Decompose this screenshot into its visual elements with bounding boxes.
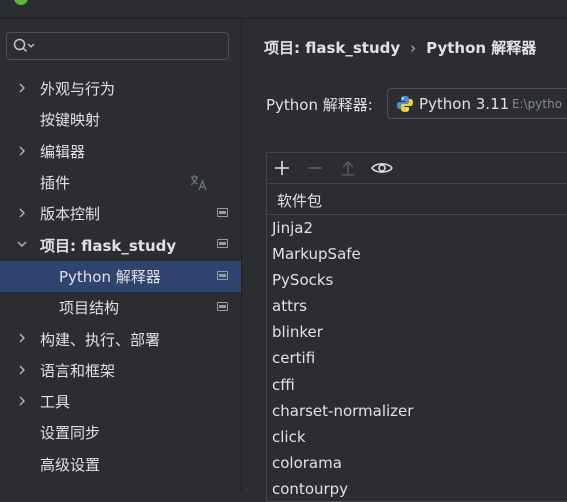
eye-icon[interactable] [370,159,394,177]
sidebar-item-python-interpreter[interactable]: Python 解释器 [0,260,241,293]
sidebar-item-settings-sync[interactable]: 设置同步 [0,417,241,448]
column-header-package: 软件包 [277,192,323,210]
packages-list: Jinja2 MarkupSafe PySocks attrs blinker … [267,215,567,501]
sidebar-item-editor[interactable]: 编辑器 [0,136,241,167]
packages-toolbar [267,153,567,184]
settings-content: 项目: flask_study › Python 解释器 Python 解释器: P… [241,19,567,502]
sidebar-item-label: 按键映射 [40,111,101,130]
project-level-icon [217,208,228,218]
sidebar-item-label: 外观与行为 [40,80,116,99]
list-item[interactable]: cffi [267,372,567,398]
interpreter-name: Python 3.11 [419,95,510,113]
chevron-right-icon[interactable] [15,394,29,408]
settings-sidebar: 外观与行为 按键映射 编辑器 插件 版本控制 项目: flask_study P… [0,19,241,492]
settings-search[interactable] [6,32,229,60]
sidebar-item-project[interactable]: 项目: flask_study [0,229,241,260]
sidebar-item-label: 设置同步 [40,424,101,443]
app-logo-icon [14,0,28,5]
breadcrumb-separator: › [410,39,417,57]
title-bar [0,0,567,19]
packages-column-header[interactable]: 软件包 [267,184,567,215]
list-item[interactable]: Jinja2 [267,215,567,241]
upgrade-icon[interactable] [339,159,357,177]
list-item[interactable]: charset-normalizer [267,398,567,424]
chevron-right-icon[interactable] [15,144,29,158]
breadcrumb-project[interactable]: 项目: flask_study [264,39,400,57]
project-level-icon [217,270,228,280]
list-item[interactable]: blinker [267,319,567,345]
sidebar-item-build[interactable]: 构建、执行、部署 [0,323,241,354]
interpreter-path: E:\pytho [512,97,563,111]
breadcrumb: 项目: flask_study › Python 解释器 [264,37,536,58]
search-icon [13,38,35,58]
project-level-icon [217,302,228,312]
chevron-down-icon[interactable] [15,237,29,251]
settings-tree: 外观与行为 按键映射 编辑器 插件 版本控制 项目: flask_study P… [0,73,241,480]
sidebar-item-advanced[interactable]: 高级设置 [0,449,241,480]
chevron-right-icon[interactable] [15,206,29,220]
sidebar-item-tools[interactable]: 工具 [0,386,241,417]
project-level-icon [217,239,228,249]
sidebar-item-project-structure[interactable]: 项目结构 [0,292,241,323]
sidebar-item-keymap[interactable]: 按键映射 [0,104,241,135]
list-item[interactable]: PySocks [267,267,567,293]
sidebar-item-label: 插件 [40,174,71,193]
list-item[interactable]: MarkupSafe [267,241,567,267]
sidebar-item-appearance[interactable]: 外观与行为 [0,73,241,104]
list-item[interactable]: contourpy [267,476,567,501]
sidebar-item-label: 工具 [40,393,71,412]
sidebar-item-label: 项目: flask_study [40,236,177,255]
add-icon[interactable] [273,159,291,177]
list-item[interactable]: certifi [267,345,567,371]
sidebar-item-label: 构建、执行、部署 [40,330,161,349]
sidebar-item-label: 版本控制 [40,205,101,224]
list-item[interactable]: attrs [267,293,567,319]
breadcrumb-page: Python 解释器 [426,39,537,57]
sidebar-item-label: 语言和框架 [40,361,116,380]
packages-panel: 软件包 Jinja2 MarkupSafe PySocks attrs blin… [266,152,567,502]
python-icon [396,95,414,117]
sidebar-item-languages[interactable]: 语言和框架 [0,355,241,386]
chevron-right-icon[interactable] [15,81,29,95]
sidebar-item-vcs[interactable]: 版本控制 [0,198,241,229]
sidebar-item-label: 项目结构 [59,299,120,318]
sidebar-item-label: Python 解释器 [59,267,161,286]
interpreter-label: Python 解释器: [266,96,373,114]
remove-icon[interactable] [306,159,324,177]
list-item[interactable]: colorama [267,450,567,476]
list-item[interactable]: click [267,424,567,450]
translate-icon [189,174,209,196]
chevron-right-icon[interactable] [15,331,29,345]
sidebar-item-label: 高级设置 [40,455,101,474]
sidebar-item-label: 编辑器 [40,142,86,161]
search-input[interactable] [41,36,225,58]
sidebar-item-plugins[interactable]: 插件 [0,167,241,198]
interpreter-select[interactable]: Python 3.11 E:\pytho [387,88,567,119]
chevron-right-icon[interactable] [15,363,29,377]
